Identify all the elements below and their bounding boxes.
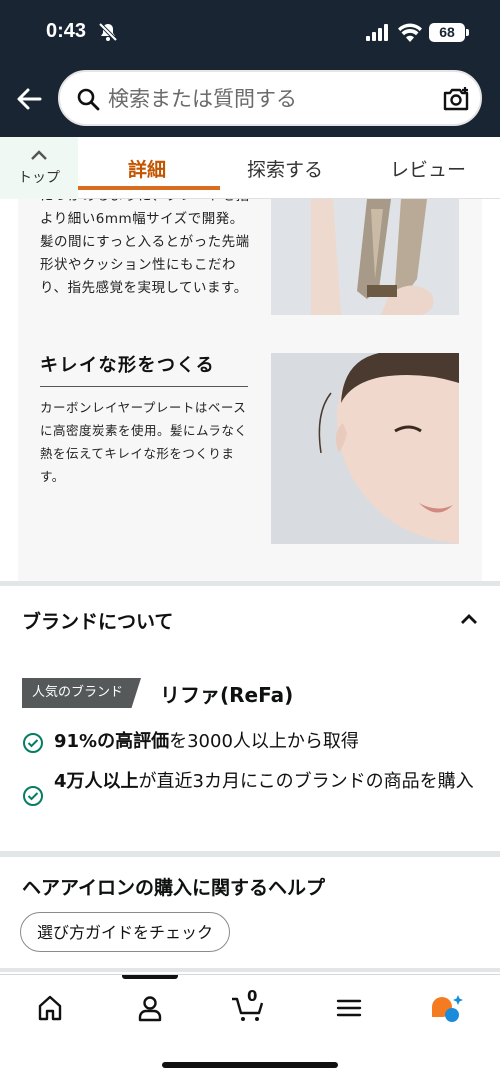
tab-details[interactable]: 詳細 xyxy=(128,155,166,182)
chevron-up-icon xyxy=(31,150,47,160)
home-icon[interactable] xyxy=(35,993,65,1023)
heading-divider xyxy=(40,386,248,387)
back-arrow-icon[interactable] xyxy=(14,84,44,114)
back-to-top-label: トップ xyxy=(18,170,60,186)
product-image-hair-iron xyxy=(271,199,459,315)
buying-guide-button[interactable]: 選び方ガイドをチェック xyxy=(20,912,231,952)
product-tabs: トップ 詳細 探索する レビュー xyxy=(0,137,500,199)
brand-section-title: ブランドについて xyxy=(22,611,174,633)
product-description-panel: につかめるように、プレートを指より細い6mm幅サイズで開発。髪の間にすっと入ると… xyxy=(18,199,482,581)
camera-icon[interactable] xyxy=(442,85,470,113)
brand-stat-rating-bold: 91%の高評価 xyxy=(54,731,170,752)
feature-text-1: につかめるように、プレートを指より細い6mm幅サイズで開発。髪の間にすっと入ると… xyxy=(40,199,250,296)
brand-name[interactable]: リファ(ReFa) xyxy=(160,679,293,708)
back-to-top-button[interactable]: トップ xyxy=(0,137,78,199)
cart-button[interactable]: 0 xyxy=(230,987,270,1023)
tab-reviews[interactable]: レビュー xyxy=(390,155,466,182)
menu-icon[interactable] xyxy=(334,993,364,1023)
chevron-up-icon[interactable] xyxy=(459,612,479,626)
search-bar[interactable] xyxy=(58,70,482,126)
brand-stat-rating-text: を3000人以上から取得 xyxy=(169,731,359,752)
check-circle-icon xyxy=(23,786,43,806)
brand-stat-purchases-text: が直近3カ月にこのブランドの商品を購入 xyxy=(138,771,474,792)
section-divider xyxy=(0,851,500,857)
hair-iron-illustration xyxy=(271,199,459,315)
section-divider xyxy=(0,968,500,972)
feature-heading-2: キレイな形をつくる xyxy=(40,355,216,376)
active-nav-indicator xyxy=(122,975,178,979)
bell-off-icon xyxy=(98,22,118,42)
product-image-model xyxy=(271,353,459,544)
feature-text-2: カーボンレイヤープレートはベースに高密度炭素を使用。髪にムラなく熱を伝えてキレイ… xyxy=(40,400,248,484)
help-section-title: ヘアアイロンの購入に関するヘルプ xyxy=(22,877,326,899)
model-face-illustration xyxy=(271,353,459,544)
tab-explore[interactable]: 探索する xyxy=(247,155,323,182)
active-tab-indicator xyxy=(78,186,220,190)
check-circle-icon xyxy=(23,733,43,753)
wifi-icon xyxy=(398,23,422,42)
account-icon[interactable] xyxy=(135,993,165,1023)
search-icon xyxy=(77,88,100,111)
app-header: 0:43 68 xyxy=(0,0,500,137)
brand-stat-purchases: 4万人以上が直近3カ月にこのブランドの商品を購入 xyxy=(54,769,484,795)
battery-icon: 68 xyxy=(429,23,469,42)
status-time: 0:43 xyxy=(46,20,87,42)
popular-brand-badge: 人気のブランド xyxy=(22,678,142,708)
brand-stat-rating: 91%の高評価を3000人以上から取得 xyxy=(54,729,484,755)
cart-count: 0 xyxy=(247,987,258,1005)
search-input[interactable] xyxy=(108,82,428,116)
home-indicator xyxy=(162,1062,338,1068)
signal-icon xyxy=(366,24,388,41)
section-divider xyxy=(0,581,500,586)
brand-stat-purchases-bold: 4万人以上 xyxy=(54,771,139,792)
ai-assistant-icon[interactable] xyxy=(428,993,466,1023)
